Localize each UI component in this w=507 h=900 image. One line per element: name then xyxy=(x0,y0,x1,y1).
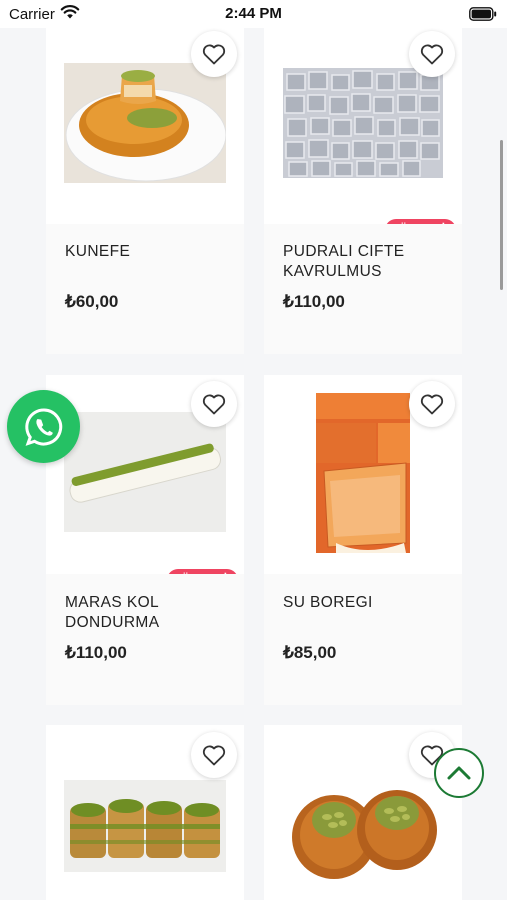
product-name: KUNEFE xyxy=(65,243,131,260)
favorite-button[interactable] xyxy=(191,381,237,427)
product-name: SU BOREGI xyxy=(283,594,373,611)
heart-outline-icon xyxy=(202,44,226,65)
product-info: KUNEFE ₺60,00 xyxy=(46,224,244,354)
product-price: ₺85,00 xyxy=(283,643,337,662)
favorite-button[interactable] xyxy=(191,31,237,77)
status-bar: Carrier 2:44 PM xyxy=(0,0,507,28)
clock: 2:44 PM xyxy=(225,5,282,22)
heart-outline-icon xyxy=(202,745,226,766)
scroll-indicator[interactable] xyxy=(500,140,503,290)
favorite-button[interactable] xyxy=(409,381,455,427)
heart-outline-icon xyxy=(420,394,444,415)
product-name: MARAS KOL DONDURMA xyxy=(65,594,160,631)
product-image xyxy=(316,393,410,553)
product-image xyxy=(64,412,226,532)
heart-outline-icon xyxy=(420,44,444,65)
product-info: PUDRALI CIFTE KAVRULMUS ₺110,00 xyxy=(264,224,462,354)
product-card[interactable] xyxy=(264,725,462,900)
whatsapp-icon xyxy=(24,407,62,446)
product-card[interactable]: KUNEFE ₺60,00 xyxy=(46,28,244,354)
product-name: PUDRALI CIFTE KAVRULMUS xyxy=(283,243,405,280)
product-price: ₺110,00 xyxy=(65,643,127,662)
favorite-button[interactable] xyxy=(191,732,237,778)
product-card[interactable]: SU BOREGI ₺85,00 xyxy=(264,375,462,705)
scroll-top-button[interactable] xyxy=(434,748,484,798)
product-info: SU BOREGI ₺85,00 xyxy=(264,574,462,705)
battery-icon xyxy=(469,7,497,26)
product-price: ₺110,00 xyxy=(283,292,345,311)
product-price: ₺60,00 xyxy=(65,292,119,311)
chevron-up-icon xyxy=(447,766,471,780)
product-image xyxy=(64,780,226,872)
product-image xyxy=(292,790,437,879)
whatsapp-button[interactable] xyxy=(7,390,80,463)
heart-outline-icon xyxy=(202,394,226,415)
product-card[interactable]: TÜKENDİ! PUDRALI CIFTE KAVRULMUS ₺110,00 xyxy=(264,28,462,354)
product-image xyxy=(64,63,226,183)
product-card[interactable] xyxy=(46,725,244,900)
favorite-button[interactable] xyxy=(409,31,455,77)
product-info: MARAS KOL DONDURMA ₺110,00 xyxy=(46,574,244,705)
product-image xyxy=(283,68,443,178)
